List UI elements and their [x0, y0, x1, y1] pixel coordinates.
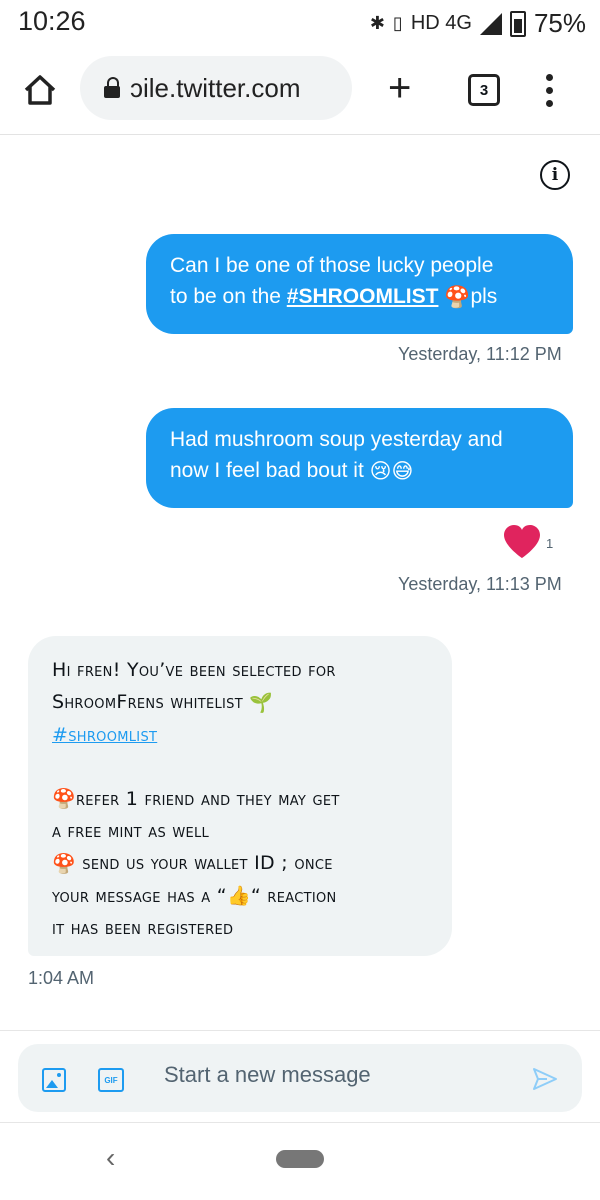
hashtag-link[interactable]: #SHROOMLIST: [287, 285, 439, 308]
network-type: HD 4G: [410, 12, 472, 34]
url-text: ɔile.twitter.com: [130, 72, 301, 103]
message-timestamp: 1:04 AM: [28, 968, 95, 988]
browser-toolbar: ɔile.twitter.com + 3: [0, 50, 600, 135]
message-line: Can I be one of those lucky people: [170, 254, 494, 277]
message-timestamp: Yesterday, 11:12 PM: [398, 344, 562, 364]
address-bar[interactable]: ɔile.twitter.com: [80, 56, 352, 120]
status-icons: ✱ ▯ HD 4G 75%: [370, 8, 586, 39]
message-timestamp: Yesterday, 11:13 PM: [398, 574, 562, 594]
divider: [0, 1030, 600, 1031]
battery-percent: 75%: [533, 8, 586, 38]
message-line: 🍄refer 1 friend and they may get: [52, 783, 428, 816]
incoming-message-bubble[interactable]: Hi fren! You’ve been selected for Shroom…: [28, 636, 452, 956]
message-line: your message has a “👍“ reaction: [52, 880, 428, 913]
status-time: 10:26: [18, 6, 86, 36]
mushroom-emoji: 🍄: [444, 285, 471, 309]
back-icon[interactable]: ‹: [106, 1142, 115, 1174]
outgoing-message-bubble[interactable]: Had mushroom soup yesterday and now I fe…: [146, 408, 573, 508]
hashtag-link[interactable]: #shroomlist: [52, 719, 428, 751]
conversation-info-icon[interactable]: i: [540, 160, 570, 190]
lock-icon: [104, 77, 120, 99]
media-icon[interactable]: [42, 1068, 66, 1092]
message-line: ShroomFrens whitelist 🌱: [52, 686, 428, 719]
gif-icon[interactable]: GIF: [98, 1068, 124, 1092]
mushroom-emoji: 🍄: [52, 788, 76, 810]
message-composer: GIF: [18, 1044, 582, 1112]
vibrate-icon: ▯: [392, 13, 403, 33]
message-line: now I feel bad bout it 😢😅: [170, 455, 549, 487]
outgoing-message-bubble[interactable]: Can I be one of those lucky people to be…: [146, 234, 573, 334]
battery-icon: [509, 10, 526, 37]
message-line: it has been registered: [52, 917, 234, 939]
message-body: Hi fren! You’ve been selected for Shroom…: [52, 654, 428, 944]
message-line: 🍄 send us your wallet ID ; once: [52, 847, 428, 880]
divider: [0, 1122, 600, 1123]
thumbs-up-emoji: 👍: [226, 885, 251, 907]
heart-reaction-icon[interactable]: [502, 524, 542, 560]
tab-switcher-button[interactable]: 3: [468, 74, 500, 106]
reaction-emojis: 😢😅: [369, 459, 414, 483]
seedling-emoji: 🌱: [249, 691, 274, 714]
send-icon[interactable]: [532, 1066, 558, 1092]
home-gesture-pill[interactable]: [276, 1150, 324, 1168]
message-line: Hi fren! You’ve been selected for: [52, 659, 336, 681]
more-options-icon[interactable]: [546, 74, 554, 107]
status-bar: 10:26 ✱ ▯ HD 4G 75%: [0, 0, 600, 44]
message-input[interactable]: [164, 1062, 504, 1088]
message-line: Had mushroom soup yesterday and: [170, 428, 503, 451]
reaction-count: 1: [546, 536, 554, 551]
mushroom-emoji: 🍄: [52, 852, 76, 875]
home-icon[interactable]: [22, 72, 58, 108]
message-line: to be on the #SHROOMLIST 🍄pls: [170, 281, 549, 313]
message-line: a free mint as well: [52, 820, 210, 842]
new-tab-button[interactable]: +: [388, 68, 411, 108]
bluetooth-icon: ✱: [369, 13, 385, 33]
signal-icon: [479, 12, 502, 35]
